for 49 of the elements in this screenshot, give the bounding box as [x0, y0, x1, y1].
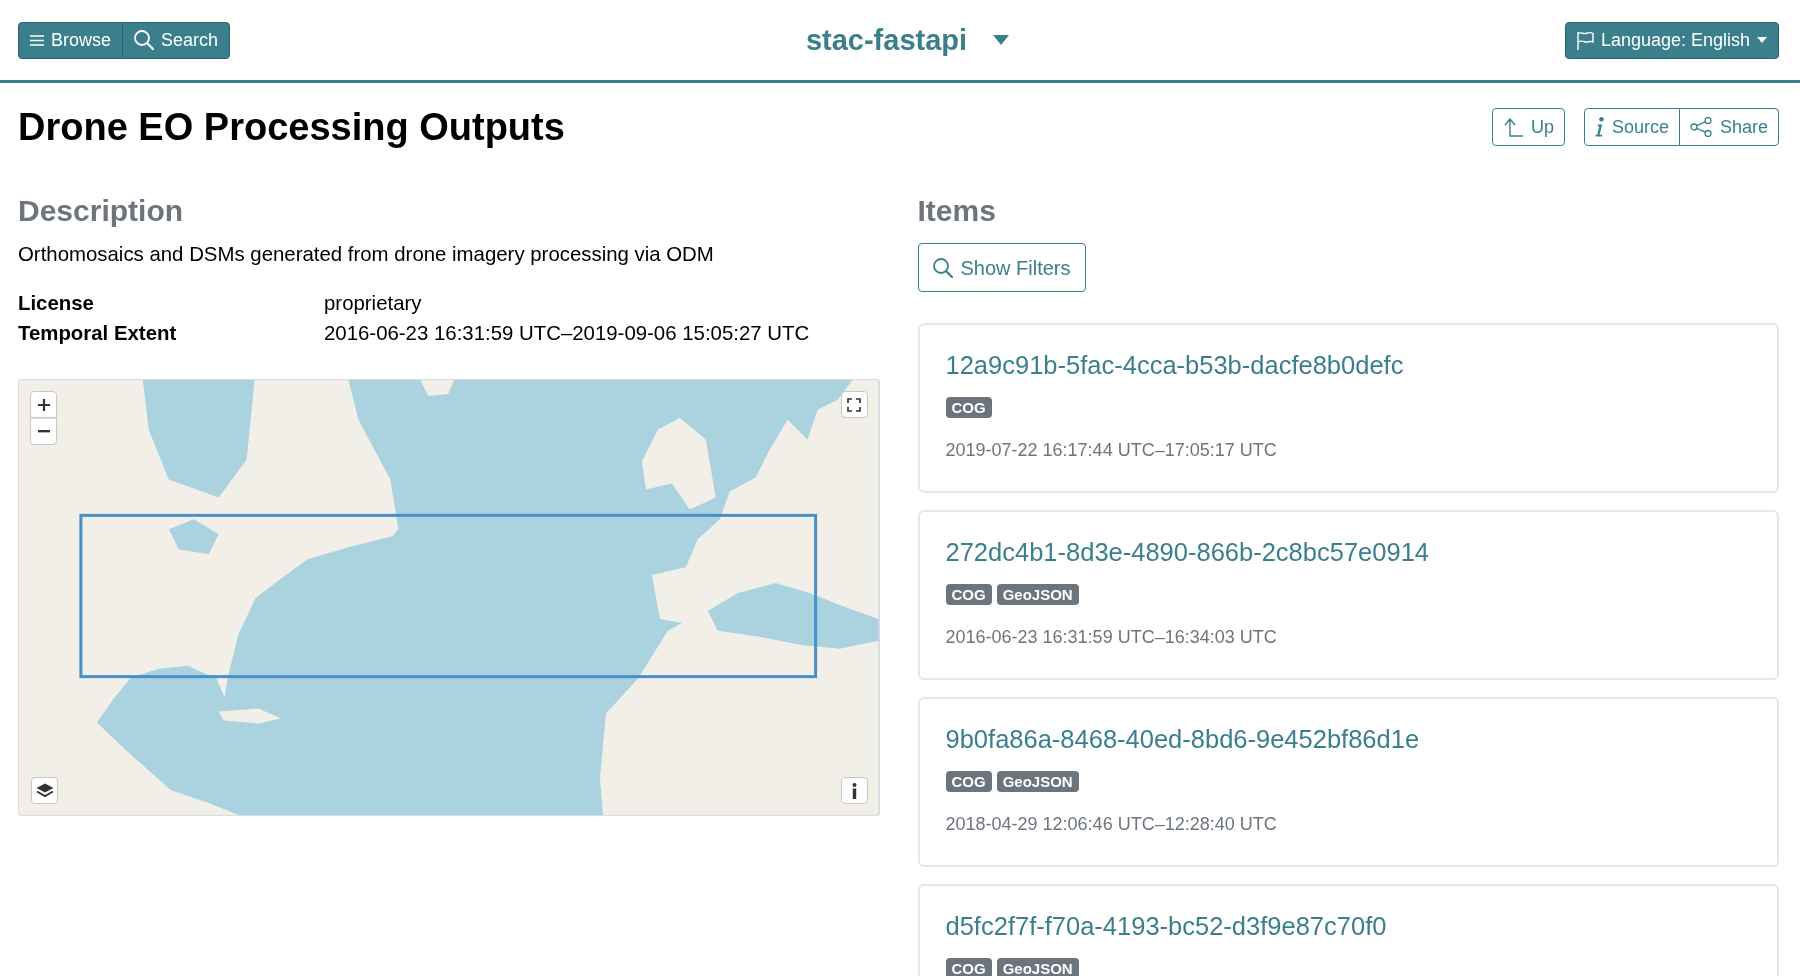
- item-link[interactable]: d5fc2f7f-f70a-4193-bc52-d3f9e87c70f0: [945, 912, 1387, 941]
- info-icon: [1594, 117, 1604, 137]
- share-icon: [1689, 117, 1712, 137]
- page-title: Drone EO Processing Outputs: [18, 105, 565, 150]
- item-link[interactable]: 272dc4b1-8d3e-4890-866b-2c8bc57e0914: [945, 538, 1429, 567]
- corner-up-arrow-icon: [1502, 117, 1523, 137]
- info-icon: [851, 782, 857, 799]
- caret-icon: [1757, 37, 1767, 43]
- fullscreen-icon: [847, 397, 861, 412]
- language-button[interactable]: Language: English: [1564, 21, 1779, 59]
- format-tag: GeoJSON: [996, 584, 1079, 605]
- item-datetime: 2018-04-29 12:06:46 UTC–12:28:40 UTC: [945, 813, 1278, 836]
- layers-icon: [35, 783, 54, 798]
- item-link[interactable]: 9b0fa86a-8468-40ed-8bd6-9e452bf86d1e: [945, 725, 1420, 754]
- description-text: Orthomosaics and DSMs generated from drone imagery processing via ODM: [18, 242, 715, 267]
- search-icon: [134, 30, 155, 50]
- search-icon: [932, 257, 953, 278]
- section-heading: Items: [917, 193, 997, 229]
- metadata-value: proprietary: [324, 291, 423, 316]
- format-tag: COG: [945, 397, 992, 418]
- menu-icon: [30, 34, 44, 46]
- item-datetime: 2019-07-22 16:17:44 UTC–17:05:17 UTC: [945, 439, 1278, 462]
- format-tag: COG: [945, 584, 992, 605]
- format-tag: COG: [945, 958, 992, 976]
- item-link[interactable]: 12a9c91b-5fac-4cca-b53b-dacfe8b0defc: [945, 351, 1404, 380]
- section-heading: Description: [18, 193, 185, 229]
- search-button[interactable]: Search: [122, 21, 231, 59]
- layers-button[interactable]: [31, 777, 58, 804]
- zoom-in-button[interactable]: [30, 391, 57, 418]
- plus-icon: [37, 398, 50, 411]
- format-tag: GeoJSON: [996, 771, 1079, 792]
- catalog-title[interactable]: stac-fastapi: [805, 22, 968, 58]
- metadata-label: Temporal Extent: [18, 321, 178, 346]
- attribution-button[interactable]: [840, 777, 868, 804]
- up-button[interactable]: Up: [1491, 108, 1565, 146]
- browse-button[interactable]: Browse: [18, 21, 124, 59]
- format-tag: GeoJSON: [996, 958, 1079, 976]
- source-button[interactable]: Source: [1583, 108, 1680, 146]
- zoom-out-button[interactable]: [30, 418, 57, 445]
- flag-icon: [1576, 30, 1594, 50]
- item-datetime: 2016-06-23 16:31:59 UTC–16:34:03 UTC: [945, 626, 1278, 649]
- format-tag: COG: [945, 771, 992, 792]
- show-filters-button[interactable]: Show Filters: [917, 243, 1086, 292]
- fullscreen-button[interactable]: [840, 391, 868, 418]
- minus-icon: [37, 430, 50, 433]
- caret-icon[interactable]: [993, 35, 1010, 45]
- metadata-value: 2016-06-23 16:31:59 UTC–2019-09-06 15:05:27 UTC: [324, 321, 811, 346]
- metadata-label: License: [18, 291, 95, 316]
- share-button[interactable]: Share: [1678, 108, 1779, 146]
